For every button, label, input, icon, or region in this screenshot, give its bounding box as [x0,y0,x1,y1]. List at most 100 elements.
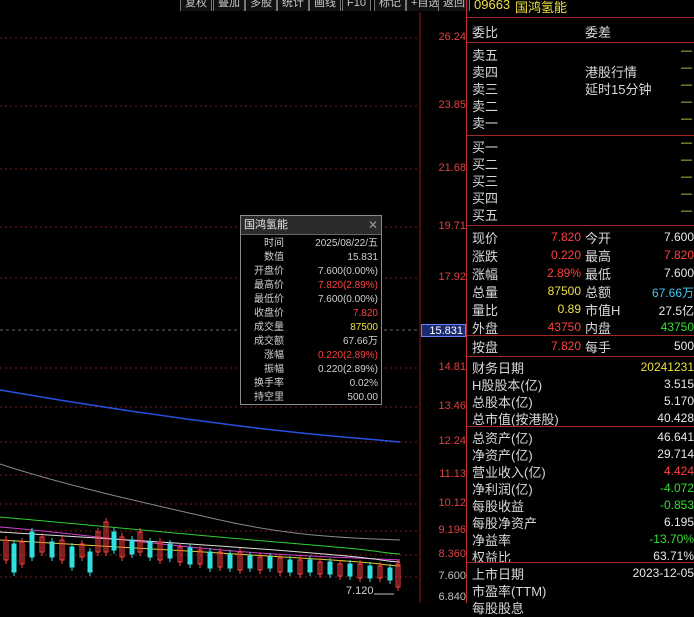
tooltip-value: 15.831 [347,252,378,263]
y-tick-label: 9.196 [438,524,466,536]
candle-body [129,539,135,555]
sell-price-empty: — [681,45,692,57]
candle-body [367,565,373,579]
lot-label: 每手 [585,340,612,355]
toolbar-button-1[interactable]: 叠加 [213,0,245,11]
buy-price-empty: — [681,188,692,200]
y-tick-label: 23.85 [438,99,466,111]
candle-body [227,553,233,569]
sell-price-empty: — [681,113,692,125]
quote-value: 0.89 [557,302,581,316]
tooltip-value: 7.600(0.00%) [317,294,378,305]
tooltip-row: 成交额 67.66万 [241,335,381,349]
stock-name: 国鸿氢能 [515,0,568,15]
sell-price-empty: — [681,79,692,91]
tooltip-value: 87500 [350,322,378,333]
tooltip-key: 数值 [264,252,284,263]
candle-body [307,559,313,573]
finance-value: 6.195 [663,515,694,529]
candle-body [49,541,55,558]
toolbar-button-3[interactable]: 统计 [277,0,309,11]
quote-label: 现价 [472,231,499,246]
stock-code: 09663 [474,0,511,12]
y-tick-label: 10.12 [438,497,466,509]
finance-value: -4.072 [659,481,694,495]
buy-level-5: 买五 [472,208,499,223]
quote-value: 7.600 [663,266,694,280]
toolbar-button-6[interactable]: 标记 [374,0,406,11]
quote-value: 7.820 [550,230,581,244]
candle-body [69,546,75,568]
chart-canvas [0,12,421,603]
y-tick-label: 6.840 [438,591,466,603]
tooltip-value: 7.820 [352,308,378,319]
close-icon[interactable]: ✕ [368,216,378,234]
tooltip-row: 数值 15.831 [241,251,381,265]
quote-label: 最高 [585,249,612,264]
tooltip-row: 成交量 87500 [241,321,381,335]
sell-price-empty: — [681,96,692,108]
toolbar-button-0[interactable]: 复权 [180,0,212,11]
quote-label: 今开 [585,231,612,246]
toolbar-button-5[interactable]: F10 [342,0,371,11]
tooltip-header[interactable]: 国鸿氢能 ✕ [241,216,381,235]
tooltip-value: 500.00 [347,392,378,403]
candle-body [207,551,213,569]
tooltip-row: 最高价 7.820(2.89%) [241,279,381,293]
toolbar-button-4[interactable]: 画线 [309,0,341,11]
finance-value: 2023-12-05 [632,566,694,580]
toolbar: 复权 叠加 多股 统计 画线 F10 标记 +自选 返回 [170,0,470,12]
candle-body [287,559,293,573]
y-tick-label: 26.24 [438,31,466,43]
tooltip-key: 开盘价 [254,266,284,277]
delay-notice: 延时15分钟 [585,82,652,97]
quote-panel: 09663 国鸿氢能 委比 委差 卖五 — 卖四 — 卖三 — 卖二 — 卖一 — 买一 — 买二 — 买三… [466,0,694,616]
current-price-value: 15.831 [429,325,463,337]
low-price-label: 7.120 [346,585,374,597]
candle-body [387,567,393,581]
tooltip-row: 时间 2025/08/22/五 [241,237,381,251]
tooltip-value: 67.66万 [342,336,378,347]
finance-value: 63.71% [653,549,694,563]
tooltip-row: 涨幅 0.220(2.89%) [241,349,381,363]
finance-value: 46.641 [657,430,694,444]
quote-label: 涨幅 [472,267,499,282]
quote-label: 量比 [472,303,499,318]
bid-value: 7.820 [550,339,581,353]
finance-value: -0.853 [659,498,694,512]
low-price-annotation: 7.120 [346,585,374,597]
buy-price-empty: — [681,137,692,149]
tooltip-row: 最低价 7.600(0.00%) [241,293,381,307]
candle-body [147,541,153,558]
tooltip-key: 时间 [264,238,284,249]
tooltip-row: 收盘价 7.820 [241,307,381,321]
bid-label: 按盘 [472,340,499,355]
tooltip-value: 0.220(2.89%) [317,350,378,361]
quote-label: 总量 [472,285,499,300]
y-tick-label: 21.68 [438,162,466,174]
quote-value: 43750 [660,320,694,334]
candle-body [87,551,93,573]
lot-value: 500 [673,339,694,353]
finance-label: 每股股息 [472,601,525,616]
tooltip-row: 振幅 0.220(2.89%) [241,363,381,377]
y-tick-label: 14.81 [438,361,466,373]
tooltip-key: 收盘价 [254,308,284,319]
quote-value: 43750 [547,320,581,334]
kline-chart[interactable]: 26.24 23.85 21.68 19.71 17.92 14.81 13.46 12.24… [0,12,466,603]
tooltip-key: 持空里 [254,392,284,403]
sell-price-empty: — [681,62,692,74]
finance-value: 3.515 [663,377,694,391]
finance-value: 40.428 [657,411,694,425]
candle-body [347,563,353,577]
weibi-label: 委比 [472,25,499,40]
tooltip-value: 0.220(2.89%) [317,364,378,375]
quote-value: 87500 [547,284,581,298]
y-tick-label: 12.24 [438,435,466,447]
quote-value: 2.89% [546,266,581,280]
candle-body [11,543,17,573]
finance-value: 4.424 [663,464,694,478]
tooltip-title: 国鸿氢能 [244,219,288,231]
toolbar-button-2[interactable]: 多股 [245,0,277,11]
y-tick-label: 19.71 [438,220,466,232]
